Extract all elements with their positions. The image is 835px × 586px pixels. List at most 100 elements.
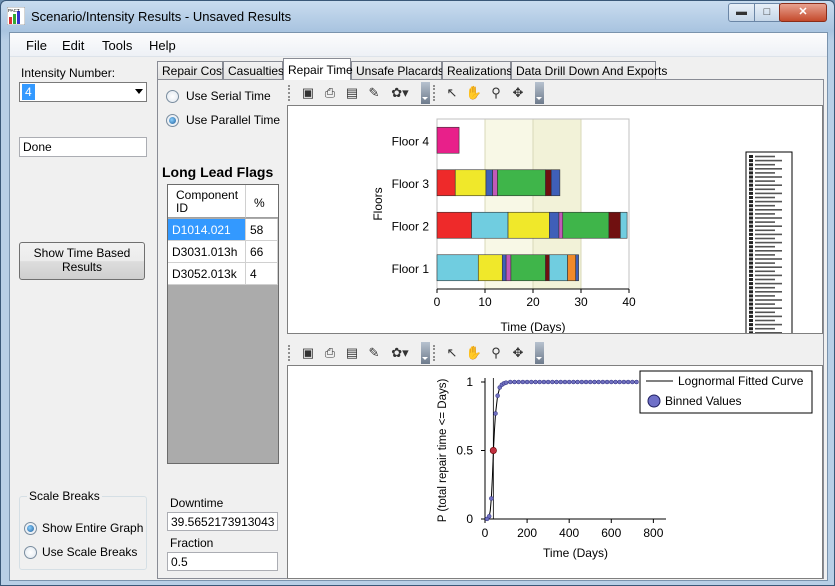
serial-time-radio[interactable] bbox=[166, 90, 179, 103]
table-cell-pct[interactable]: 66 bbox=[246, 241, 278, 263]
intensity-value: 4 bbox=[22, 84, 35, 100]
copy-image-icon[interactable]: ▣ bbox=[299, 84, 317, 102]
menu-edit[interactable]: Edit bbox=[62, 38, 84, 53]
fraction-textbox[interactable]: 0.5 bbox=[167, 552, 278, 571]
legend-text-line bbox=[755, 307, 782, 309]
toolbar-overflow-button[interactable] bbox=[421, 82, 430, 104]
pointer-icon[interactable]: ↖ bbox=[443, 84, 461, 102]
toolbar-grip[interactable] bbox=[433, 85, 436, 101]
legend-swatch bbox=[749, 273, 753, 277]
legend-text-line bbox=[755, 163, 775, 166]
pointer-icon[interactable]: ↖ bbox=[443, 344, 461, 362]
binned-value-point bbox=[634, 379, 639, 385]
zoom-icon[interactable]: ⚲ bbox=[487, 344, 505, 362]
parallel-time-label[interactable]: Use Parallel Time bbox=[186, 113, 280, 127]
client-area: File Edit Tools Help Intensity Number: 4… bbox=[9, 32, 828, 581]
tab-casualties[interactable]: Casualties bbox=[223, 61, 284, 79]
legend-text-line bbox=[755, 303, 775, 305]
legend-swatch bbox=[749, 167, 753, 171]
tab-unsafe-placards[interactable]: Unsafe Placards bbox=[351, 61, 444, 79]
tab-repair-time[interactable]: Repair Time bbox=[283, 58, 353, 80]
legend-swatch bbox=[749, 249, 753, 253]
table-cell-id[interactable]: D1014.021 bbox=[168, 219, 246, 241]
binned-value-point bbox=[630, 379, 635, 385]
show-time-based-results-button[interactable]: Show Time Based Results bbox=[19, 242, 145, 280]
toolbar-grip[interactable] bbox=[288, 345, 291, 361]
toolbar-grip[interactable] bbox=[433, 345, 436, 361]
zoom-icon[interactable]: ⚲ bbox=[487, 84, 505, 102]
x-tick-label: 10 bbox=[478, 295, 492, 309]
binned-value-point bbox=[529, 379, 534, 385]
maximize-button[interactable]: □ bbox=[754, 3, 780, 22]
crosshair-icon[interactable]: ✥ bbox=[509, 84, 527, 102]
repair-time-cdf-chart[interactable]: 0 0.5 1 0 200 400 600 800 Time (Days) P (total re… bbox=[287, 365, 823, 579]
binned-value-point bbox=[524, 379, 530, 385]
column-header-component-id[interactable]: Component ID bbox=[168, 185, 246, 218]
palette-icon[interactable]: ✿▾ bbox=[387, 344, 413, 362]
legend-text-line bbox=[755, 168, 782, 170]
table-cell-pct[interactable]: 58 bbox=[246, 219, 278, 241]
table-cell-id[interactable]: D3052.013k bbox=[168, 263, 246, 285]
legend-text-line bbox=[755, 204, 775, 207]
binned-value-point bbox=[592, 379, 597, 385]
tab-data-drill-down[interactable]: Data Drill Down And Exports bbox=[511, 61, 667, 79]
use-scale-breaks-radio[interactable] bbox=[24, 546, 37, 559]
binned-value-point bbox=[575, 379, 580, 385]
legend-text-line bbox=[755, 286, 775, 289]
menu-tools[interactable]: Tools bbox=[102, 38, 132, 53]
binned-value-point bbox=[566, 379, 572, 385]
chart-edit-icon[interactable]: ✎ bbox=[365, 344, 383, 362]
menu-file[interactable]: File bbox=[26, 38, 47, 53]
show-entire-graph-label[interactable]: Show Entire Graph bbox=[42, 521, 143, 535]
close-button[interactable]: ✕ bbox=[779, 3, 827, 22]
table-cell-id[interactable]: D3031.013h bbox=[168, 241, 246, 263]
bar-segment bbox=[567, 254, 577, 282]
title-bar[interactable]: PACT Scenario/Intensity Results - Unsave… bbox=[1, 1, 834, 31]
palette-icon[interactable]: ✿▾ bbox=[387, 84, 413, 102]
show-entire-graph-radio[interactable] bbox=[24, 522, 37, 535]
copy-image-icon[interactable]: ▣ bbox=[299, 344, 317, 362]
downtime-textbox[interactable]: 39.5652173913043 bbox=[167, 512, 278, 531]
print-icon[interactable]: ⎙ bbox=[321, 84, 339, 102]
binned-value-point bbox=[621, 379, 627, 385]
legend-text-line bbox=[755, 241, 782, 244]
toolbar-overflow-button[interactable] bbox=[421, 342, 430, 364]
print-icon[interactable]: ⎙ bbox=[321, 344, 339, 362]
chevron-down-icon[interactable] bbox=[135, 89, 143, 94]
binned-value-point bbox=[625, 379, 631, 385]
intensity-combo[interactable]: 4 bbox=[19, 82, 147, 102]
pan-icon[interactable]: ✋ bbox=[465, 344, 483, 362]
menu-bar: File Edit Tools Help bbox=[10, 33, 827, 57]
toolbar-overflow-button[interactable] bbox=[535, 342, 544, 364]
table-cell-pct[interactable]: 4 bbox=[246, 263, 278, 285]
menu-help[interactable]: Help bbox=[149, 38, 176, 53]
column-header-percent[interactable]: % bbox=[246, 185, 278, 218]
crosshair-icon[interactable]: ✥ bbox=[509, 344, 527, 362]
legend-text-line bbox=[755, 225, 782, 227]
legend-text-line bbox=[755, 270, 775, 273]
binned-value-point bbox=[617, 379, 622, 385]
binned-value-point bbox=[537, 379, 542, 385]
status-textbox[interactable]: Done bbox=[19, 137, 147, 157]
tab-realizations[interactable]: Realizations bbox=[442, 61, 512, 79]
legend-swatch bbox=[749, 282, 753, 286]
use-scale-breaks-label[interactable]: Use Scale Breaks bbox=[42, 545, 137, 559]
pan-icon[interactable]: ✋ bbox=[465, 84, 483, 102]
chart-type-icon[interactable]: ▤ bbox=[343, 84, 361, 102]
legend-swatch bbox=[749, 179, 753, 183]
chart-type-icon[interactable]: ▤ bbox=[343, 344, 361, 362]
toolbar-overflow-button[interactable] bbox=[535, 82, 544, 104]
chart-edit-icon[interactable]: ✎ bbox=[365, 84, 383, 102]
binned-value-point bbox=[583, 379, 589, 385]
minimize-button[interactable]: ▬ bbox=[728, 3, 755, 22]
floor-label: Floor 2 bbox=[392, 219, 430, 233]
binned-value-point bbox=[579, 379, 585, 385]
legend-text-line bbox=[755, 266, 782, 268]
repair-time-floor-chart[interactable]: Floor 1 Floor 2 Floor 3 Floor 4 0 10 20 30 40 Tim… bbox=[287, 105, 823, 355]
serial-time-label[interactable]: Use Serial Time bbox=[186, 89, 271, 103]
tab-repair-cost[interactable]: Repair Cost bbox=[157, 61, 225, 79]
legend-strip bbox=[745, 151, 793, 355]
toolbar-grip[interactable] bbox=[288, 85, 291, 101]
parallel-time-radio[interactable] bbox=[166, 114, 179, 127]
legend-swatch bbox=[749, 216, 753, 220]
